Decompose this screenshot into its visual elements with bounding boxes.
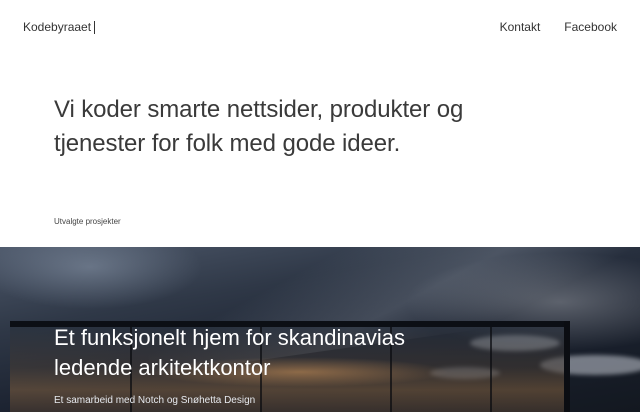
logo-text: Kodebyraaet: [23, 20, 92, 34]
section-label: Utvalgte prosjekter: [54, 217, 121, 226]
window-mullion: [490, 327, 492, 412]
text-cursor-icon: [94, 20, 96, 34]
building-frame: [564, 321, 570, 412]
nav-link-kontakt[interactable]: Kontakt: [500, 20, 541, 34]
top-bar: Kodebyraaet Kontakt Facebook: [0, 0, 640, 56]
featured-project-card[interactable]: Et funksjonelt hjem for skandinavias led…: [0, 247, 640, 412]
featured-project-subtitle: Et samarbeid med Notch og Snøhetta Desig…: [54, 395, 256, 406]
hero-headline: Vi koder smarte nettsider, produkter og …: [54, 96, 464, 157]
featured-project-title: Et funksjonelt hjem for skandinavias led…: [54, 325, 405, 380]
main-nav: Kontakt Facebook: [500, 20, 617, 34]
logo-link[interactable]: Kodebyraaet: [23, 20, 96, 34]
nav-link-facebook[interactable]: Facebook: [564, 20, 617, 34]
